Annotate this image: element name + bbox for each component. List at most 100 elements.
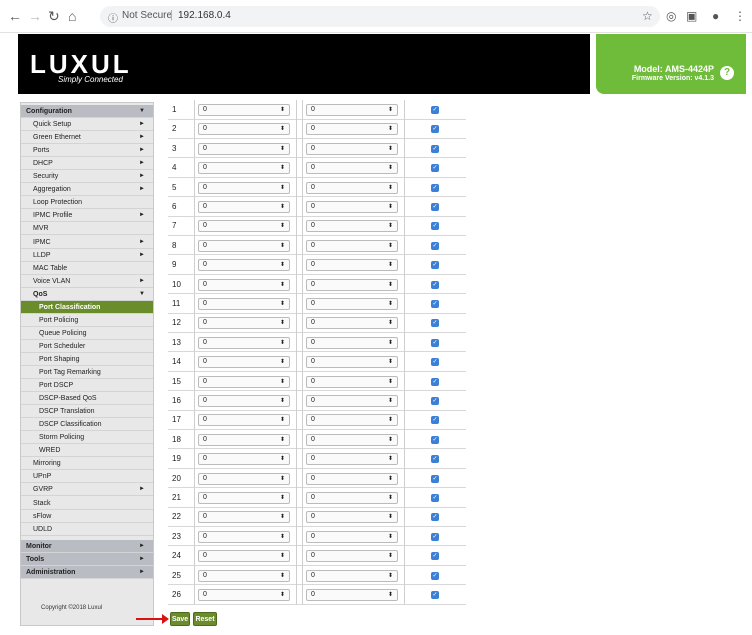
row-checkbox[interactable]: ✓ bbox=[431, 591, 439, 599]
row-checkbox[interactable]: ✓ bbox=[431, 552, 439, 561]
class-select[interactable]: 0 ⬍ bbox=[198, 259, 290, 272]
sidebar-item-configuration[interactable]: Configuration ▼ bbox=[21, 105, 153, 118]
class-select[interactable]: 0 ⬍ bbox=[198, 453, 290, 466]
class-select[interactable]: 0 ⬍ bbox=[198, 569, 290, 582]
sidebar-item-port-dscp[interactable]: Port DSCP bbox=[21, 379, 153, 393]
back-icon[interactable]: ← bbox=[8, 8, 22, 24]
class-select[interactable]: 0 ⬍ bbox=[198, 239, 290, 252]
sidebar-item-mvr[interactable]: MVR bbox=[21, 222, 153, 236]
class-select[interactable]: 0 ⬍ bbox=[198, 201, 290, 213]
sidebar-item-port-shaping[interactable]: Port Shaping bbox=[21, 353, 153, 366]
save-button[interactable]: Save bbox=[170, 612, 190, 626]
profile-icon[interactable]: ● bbox=[712, 9, 719, 23]
row-checkbox[interactable]: ✓ bbox=[431, 241, 439, 250]
sidebar-item-port-scheduler[interactable]: Port Scheduler bbox=[21, 340, 153, 353]
dpl-select[interactable]: 0 ⬍ bbox=[306, 220, 398, 233]
dpl-select[interactable]: 0 ⬍ bbox=[306, 433, 398, 446]
dpl-select[interactable]: 0 ⬍ bbox=[306, 181, 398, 194]
sidebar-item-mac-table[interactable]: MAC Table bbox=[21, 262, 153, 275]
class-select[interactable]: 0 ⬍ bbox=[198, 181, 290, 194]
sidebar-item-port-policing[interactable]: Port Policing bbox=[21, 314, 153, 327]
dpl-select[interactable]: 0 ⬍ bbox=[306, 104, 398, 116]
class-select[interactable]: 0 ⬍ bbox=[198, 278, 290, 291]
class-select[interactable]: 0 ⬍ bbox=[198, 414, 290, 427]
dpl-select[interactable]: 0 ⬍ bbox=[306, 201, 398, 213]
dpl-select[interactable]: 0 ⬍ bbox=[306, 395, 398, 407]
dpl-select[interactable]: 0 ⬍ bbox=[306, 375, 398, 388]
row-checkbox[interactable]: ✓ bbox=[431, 358, 439, 367]
sidebar-item-upnp[interactable]: UPnP bbox=[21, 470, 153, 484]
dpl-select[interactable]: 0 ⬍ bbox=[306, 239, 398, 252]
sidebar-item-ipmc-profile[interactable]: IPMC Profile ► bbox=[21, 209, 153, 223]
class-select[interactable]: 0 ⬍ bbox=[198, 433, 290, 446]
dpl-select[interactable]: 0 ⬍ bbox=[306, 589, 398, 601]
class-select[interactable]: 0 ⬍ bbox=[198, 395, 290, 407]
sidebar-item-dscp-translation[interactable]: DSCP Translation bbox=[21, 405, 153, 419]
sidebar-item-stack[interactable]: Stack bbox=[21, 497, 153, 510]
dpl-select[interactable]: 0 ⬍ bbox=[306, 278, 398, 291]
extension-icon[interactable]: ◎ bbox=[666, 9, 676, 23]
sidebar-item-ipmc[interactable]: IPMC ► bbox=[21, 236, 153, 249]
sidebar-item-voice-vlan[interactable]: Voice VLAN ► bbox=[21, 275, 153, 288]
class-select[interactable]: 0 ⬍ bbox=[198, 356, 290, 369]
row-checkbox[interactable]: ✓ bbox=[431, 106, 439, 114]
row-checkbox[interactable]: ✓ bbox=[431, 125, 439, 134]
sidebar-item-tools[interactable]: Tools ► bbox=[21, 553, 153, 567]
sidebar-item-port-tag-remarking[interactable]: Port Tag Remarking bbox=[21, 366, 153, 379]
sidebar-item-monitor[interactable]: Monitor ► bbox=[21, 540, 153, 553]
extension-2-icon[interactable]: ▣ bbox=[686, 9, 697, 23]
row-checkbox[interactable]: ✓ bbox=[431, 494, 439, 502]
row-checkbox[interactable]: ✓ bbox=[431, 164, 439, 173]
sidebar-item-mirroring[interactable]: Mirroring bbox=[21, 457, 153, 471]
dpl-select[interactable]: 0 ⬍ bbox=[306, 492, 398, 504]
dpl-select[interactable]: 0 ⬍ bbox=[306, 317, 398, 330]
sidebar-item-security[interactable]: Security ► bbox=[21, 170, 153, 184]
sidebar-item-aggregation[interactable]: Aggregation ► bbox=[21, 183, 153, 197]
row-checkbox[interactable]: ✓ bbox=[431, 338, 439, 347]
sidebar-item-ports[interactable]: Ports ► bbox=[21, 144, 153, 158]
class-select[interactable]: 0 ⬍ bbox=[198, 220, 290, 233]
sidebar-item-quick-setup[interactable]: Quick Setup ► bbox=[21, 118, 153, 132]
dpl-select[interactable]: 0 ⬍ bbox=[306, 511, 398, 524]
row-checkbox[interactable]: ✓ bbox=[431, 222, 439, 231]
class-select[interactable]: 0 ⬍ bbox=[198, 162, 290, 175]
sidebar-item-lldp[interactable]: LLDP ► bbox=[21, 249, 153, 262]
dpl-select[interactable]: 0 ⬍ bbox=[306, 550, 398, 563]
sidebar-item-loop-protection[interactable]: Loop Protection bbox=[21, 196, 153, 210]
class-select[interactable]: 0 ⬍ bbox=[198, 472, 290, 485]
class-select[interactable]: 0 ⬍ bbox=[198, 375, 290, 388]
class-select[interactable]: 0 ⬍ bbox=[198, 530, 290, 543]
row-checkbox[interactable]: ✓ bbox=[431, 280, 439, 289]
sidebar-item-dhcp[interactable]: DHCP ► bbox=[21, 157, 153, 171]
dpl-select[interactable]: 0 ⬍ bbox=[306, 414, 398, 427]
row-checkbox[interactable]: ✓ bbox=[431, 474, 439, 483]
address-bar[interactable]: ⓘ Not Secure | 192.168.0.4 bbox=[100, 6, 660, 27]
row-checkbox[interactable]: ✓ bbox=[431, 300, 439, 308]
sidebar-item-wred[interactable]: WRED bbox=[21, 444, 153, 458]
class-select[interactable]: 0 ⬍ bbox=[198, 336, 290, 349]
sidebar-item-dscp-based-qos[interactable]: DSCP-Based QoS bbox=[21, 392, 153, 406]
class-select[interactable]: 0 ⬍ bbox=[198, 589, 290, 601]
forward-icon[interactable]: → bbox=[28, 8, 42, 24]
sidebar-item-sflow[interactable]: sFlow bbox=[21, 510, 153, 523]
row-checkbox[interactable]: ✓ bbox=[431, 203, 439, 211]
dpl-select[interactable]: 0 ⬍ bbox=[306, 123, 398, 136]
dpl-select[interactable]: 0 ⬍ bbox=[306, 336, 398, 349]
class-select[interactable]: 0 ⬍ bbox=[198, 550, 290, 563]
reload-icon[interactable]: ↻ bbox=[48, 8, 60, 24]
star-icon[interactable]: ☆ bbox=[642, 9, 653, 23]
dpl-select[interactable]: 0 ⬍ bbox=[306, 530, 398, 543]
info-icon[interactable]: ⓘ bbox=[108, 10, 118, 25]
sidebar-item-qos[interactable]: QoS ▼ bbox=[21, 288, 153, 301]
class-select[interactable]: 0 ⬍ bbox=[198, 317, 290, 330]
row-checkbox[interactable]: ✓ bbox=[431, 144, 439, 153]
dpl-select[interactable]: 0 ⬍ bbox=[306, 472, 398, 485]
sidebar-item-queue-policing[interactable]: Queue Policing bbox=[21, 327, 153, 340]
dpl-select[interactable]: 0 ⬍ bbox=[306, 298, 398, 310]
row-checkbox[interactable]: ✓ bbox=[431, 455, 439, 464]
class-select[interactable]: 0 ⬍ bbox=[198, 142, 290, 155]
row-checkbox[interactable]: ✓ bbox=[431, 319, 439, 328]
row-checkbox[interactable]: ✓ bbox=[431, 416, 439, 425]
help-icon[interactable]: ? bbox=[720, 66, 734, 80]
row-checkbox[interactable]: ✓ bbox=[431, 397, 439, 405]
